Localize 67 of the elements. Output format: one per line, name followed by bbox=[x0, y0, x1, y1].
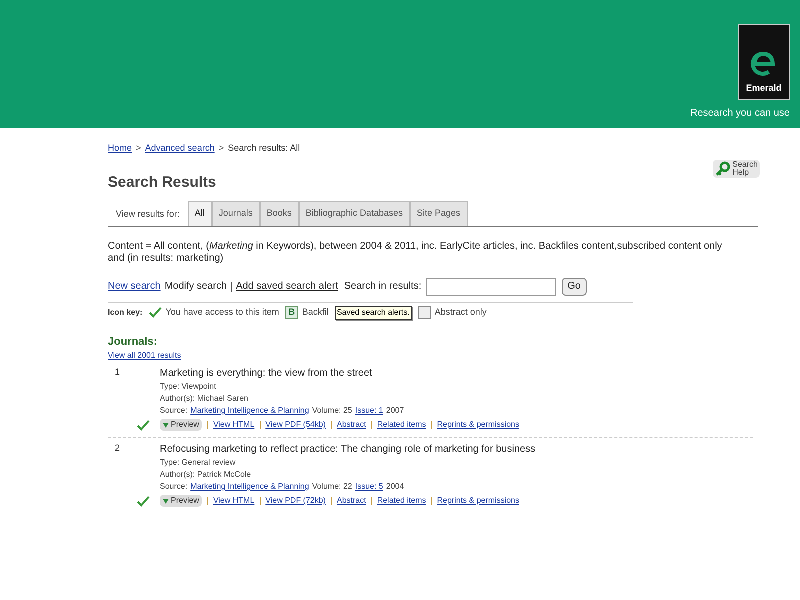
preview-button[interactable]: Preview bbox=[160, 495, 202, 507]
issue-link[interactable]: Issue: 1 bbox=[355, 405, 384, 417]
breadcrumb-separator: > bbox=[218, 142, 224, 155]
tab[interactable]: Site Pages bbox=[410, 201, 468, 226]
preview-button[interactable]: Preview bbox=[160, 419, 202, 431]
result-type: Type: General review bbox=[160, 457, 237, 469]
search-help-button[interactable]: Search Help bbox=[712, 160, 760, 178]
result-link[interactable]: View PDF (72kb) bbox=[266, 495, 326, 507]
result-title[interactable]: Marketing is everything: the view from the street bbox=[160, 366, 520, 381]
new-search-link[interactable]: New search bbox=[108, 279, 161, 294]
result-link[interactable]: Reprints & permissions bbox=[437, 495, 520, 507]
tooltip: Saved search alerts. bbox=[334, 306, 412, 320]
view-all-link[interactable]: View all 2001 results bbox=[108, 350, 758, 362]
issue-link[interactable]: Issue: 5 bbox=[355, 481, 384, 493]
search-in-results-label: Search in results: bbox=[344, 280, 422, 294]
key-label: You have access to this item bbox=[166, 306, 280, 319]
modify-search-link[interactable]: Modify search bbox=[164, 279, 228, 294]
result-type: Type: Viewpoint bbox=[160, 381, 218, 393]
result-link[interactable]: Reprints & permissions bbox=[437, 419, 520, 431]
result-number: 2 bbox=[115, 442, 120, 455]
tab[interactable]: Bibliographic Databases bbox=[298, 201, 410, 226]
tagline: Research you can use bbox=[690, 107, 790, 121]
logo[interactable]: Emerald bbox=[738, 24, 790, 100]
breadcrumb-link[interactable]: Home bbox=[108, 142, 132, 156]
search-help-label: Search Help bbox=[732, 160, 758, 176]
year-text: 2007 bbox=[386, 405, 404, 417]
result-link[interactable]: Abstract bbox=[336, 495, 366, 507]
tabs-label: View results for: bbox=[115, 208, 181, 221]
tab[interactable]: All bbox=[188, 201, 212, 226]
volume-text: Volume: 25 bbox=[312, 405, 352, 417]
source-label: Source: bbox=[160, 405, 188, 417]
journal-link[interactable]: Marketing Intelligence & Planning bbox=[190, 481, 310, 493]
result-link[interactable]: View HTML bbox=[213, 495, 255, 507]
page-title: Search Results bbox=[108, 172, 216, 192]
triangle-icon bbox=[163, 498, 169, 504]
logo-text: Emerald bbox=[746, 82, 782, 94]
breadcrumb-separator: > bbox=[136, 142, 142, 155]
key-label: Backfil bbox=[302, 306, 329, 319]
result-number: 1 bbox=[115, 366, 120, 379]
backfiles-icon: B bbox=[285, 306, 298, 319]
journal-link[interactable]: Marketing Intelligence & Planning bbox=[190, 405, 310, 417]
volume-text: Volume: 22 bbox=[312, 481, 352, 493]
tab[interactable]: Books bbox=[260, 201, 299, 226]
year-text: 2004 bbox=[386, 481, 404, 493]
add-alert-link[interactable]: Add saved search alert bbox=[236, 279, 338, 294]
result-link[interactable]: View PDF (54kb) bbox=[266, 419, 326, 431]
tab[interactable]: Journals bbox=[212, 201, 260, 226]
result-link[interactable]: Related items bbox=[377, 419, 426, 431]
result-title[interactable]: Refocusing marketing to reflect practice: The changing role of marketing for business bbox=[160, 442, 536, 457]
result-authors: Author(s): Michael Saren bbox=[160, 393, 250, 405]
abstract-icon bbox=[418, 306, 431, 319]
triangle-icon bbox=[163, 422, 169, 428]
source-label: Source: bbox=[160, 481, 188, 493]
result-link[interactable]: Related items bbox=[377, 495, 426, 507]
key-icon bbox=[714, 160, 731, 176]
icon-key-label: Icon key: bbox=[108, 306, 143, 318]
query-description: Content = All content, (Marketing in Keywords), between 2004 & 2011, inc. EarlyCite articles, inc. Backfiles content,subscribed content only and (in results: marketing) bbox=[108, 240, 724, 264]
check-icon bbox=[148, 307, 162, 318]
section-title: Journals: bbox=[108, 334, 159, 350]
result-link[interactable]: View HTML bbox=[213, 419, 255, 431]
breadcrumb-link[interactable]: Advanced search bbox=[145, 142, 215, 156]
breadcrumb-current: Search results: All bbox=[228, 142, 300, 155]
result-link[interactable]: Abstract bbox=[336, 419, 366, 431]
search-field[interactable] bbox=[426, 278, 556, 296]
go-button[interactable]: Go bbox=[562, 278, 587, 296]
result-authors: Author(s): Patrick McCole bbox=[160, 469, 252, 481]
key-label: Abstract only bbox=[434, 306, 487, 319]
